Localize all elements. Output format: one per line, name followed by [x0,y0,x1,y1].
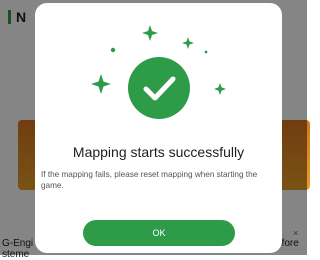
sparkle-icon [91,74,111,94]
sparkle-icon [142,25,158,41]
dot-icon [110,47,116,53]
success-dialog: Mapping starts successfully If the mappi… [35,3,282,253]
dot-icon [204,50,208,54]
check-circle-icon [128,57,190,119]
sparkle-icon [182,37,194,49]
sparkle-icon [214,83,226,95]
success-illustration [35,3,282,133]
dialog-title: Mapping starts successfully [72,144,245,160]
ok-button[interactable]: OK [83,220,235,246]
dialog-message: If the mapping fails, please reset mappi… [41,170,258,190]
